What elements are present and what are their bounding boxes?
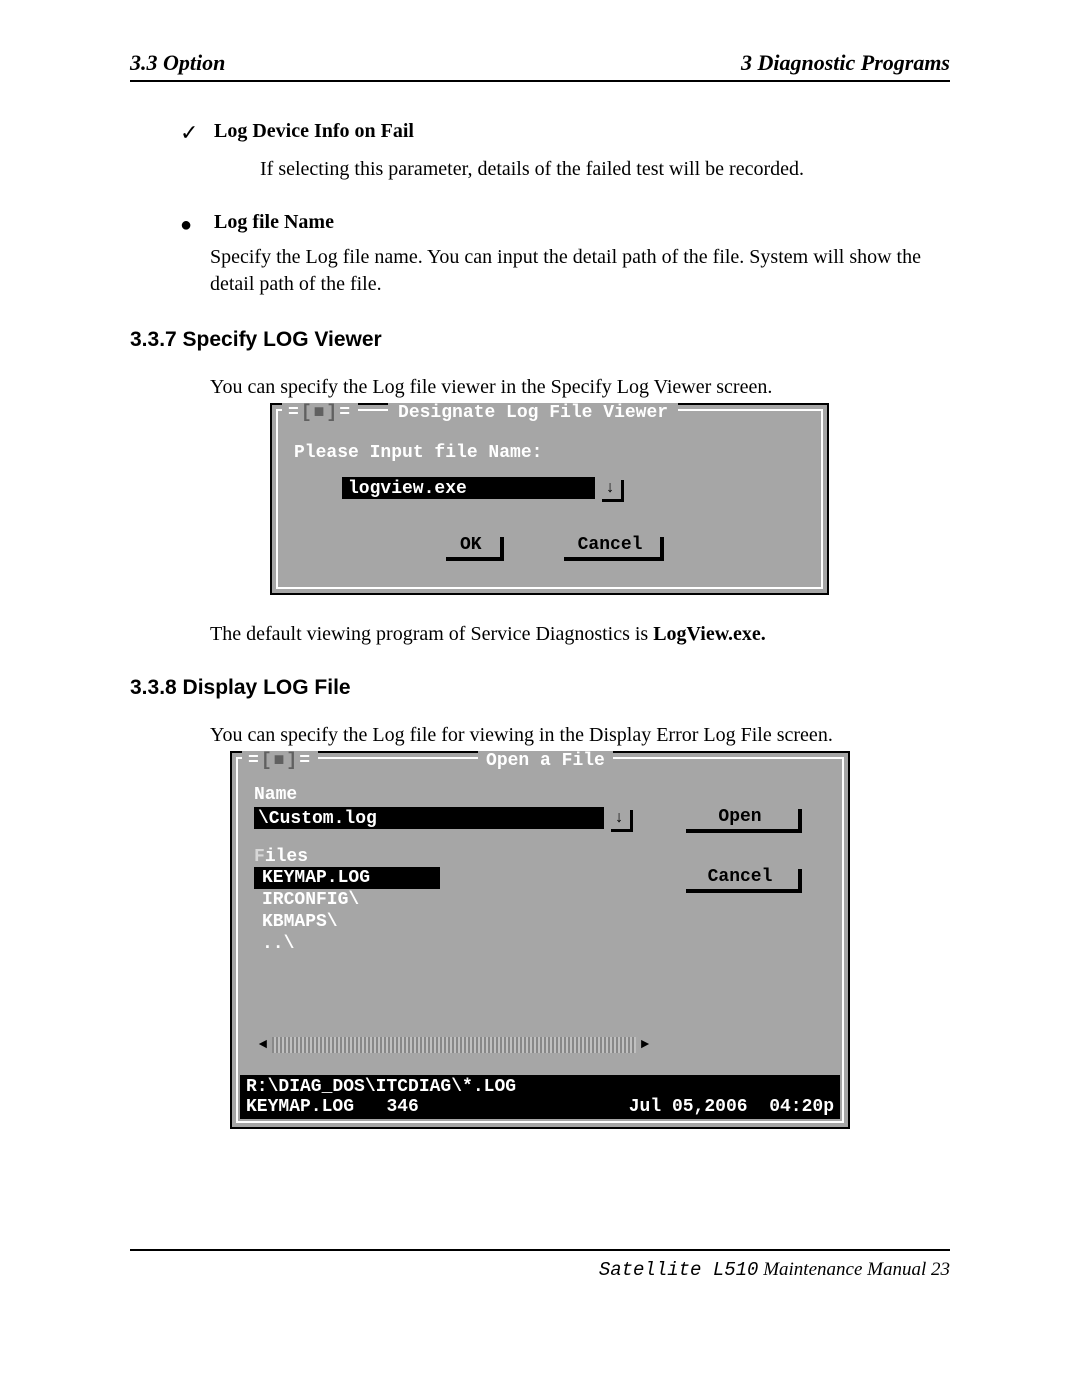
bullet-icon: ● <box>180 215 210 235</box>
dialog-title: Open a File <box>478 751 613 771</box>
log-device-info-body: If selecting this parameter, details of … <box>260 156 950 183</box>
file-name-input[interactable]: logview.exe <box>342 477 595 499</box>
horizontal-scrollbar[interactable]: ◄ ► <box>254 1035 654 1055</box>
cancel-button[interactable]: Cancel <box>682 865 798 889</box>
scroll-track[interactable] <box>272 1037 636 1053</box>
dialog-prompt: Please Input file Name: <box>294 443 542 463</box>
page-footer: Satellite L510 Maintenance Manual 23 <box>130 1249 950 1281</box>
footer-page: 23 <box>926 1259 950 1280</box>
close-icon[interactable]: =[■]= <box>242 751 318 771</box>
open-file-dialog: =[■]= Open a File Name \Custom.log ↓ Ope… <box>230 751 850 1129</box>
designate-log-viewer-dialog: =[■]= Designate Log File Viewer Please I… <box>270 403 829 595</box>
status-file: KEYMAP.LOG <box>246 1097 354 1117</box>
log-file-name-item: ● Log file Name <box>180 211 950 234</box>
log-device-info-item: ✓ Log Device Info on Fail <box>180 120 950 146</box>
open-button[interactable]: Open <box>682 805 798 829</box>
log-file-name-title: Log file Name <box>214 211 334 233</box>
dropdown-arrow-icon[interactable]: ↓ <box>608 807 630 829</box>
file-list-item[interactable]: KBMAPS\ <box>254 911 654 933</box>
dropdown-arrow-icon[interactable]: ↓ <box>599 477 621 499</box>
log-device-info-title: Log Device Info on Fail <box>214 120 414 142</box>
name-input[interactable]: \Custom.log <box>254 807 604 829</box>
file-list[interactable]: KEYMAP.LOG IRCONFIG\ KBMAPS\ ..\ <box>254 867 654 955</box>
dialog-status-bar: R:\DIAG_DOS\ITCDIAG\*.LOG KEYMAP.LOG 346… <box>240 1075 840 1119</box>
scroll-left-icon[interactable]: ◄ <box>254 1036 272 1054</box>
intro-337: You can specify the Log file viewer in t… <box>210 376 950 399</box>
check-icon: ✓ <box>180 120 210 146</box>
file-list-item[interactable]: ..\ <box>254 933 654 955</box>
status-date: Jul 05,2006 <box>629 1097 748 1117</box>
scroll-right-icon[interactable]: ► <box>636 1036 654 1054</box>
header-left: 3.3 Option <box>130 50 225 76</box>
heading-338: 3.3.8 Display LOG File <box>130 676 950 700</box>
cancel-button[interactable]: Cancel <box>560 533 661 557</box>
page-header: 3.3 Option 3 Diagnostic Programs <box>130 50 950 82</box>
name-label: Name <box>254 785 297 805</box>
files-label: Files <box>254 847 308 867</box>
header-right: 3 Diagnostic Programs <box>741 50 950 76</box>
intro-338: You can specify the Log file for viewing… <box>210 724 950 747</box>
status-path: R:\DIAG_DOS\ITCDIAG\*.LOG <box>246 1077 834 1097</box>
dialog-title: Designate Log File Viewer <box>388 403 678 423</box>
ok-button[interactable]: OK <box>442 533 500 557</box>
footer-text: Maintenance Manual <box>758 1259 926 1280</box>
caption-337: The default viewing program of Service D… <box>210 623 950 646</box>
status-time: 04:20p <box>769 1097 834 1117</box>
status-size: 346 <box>386 1097 418 1117</box>
file-list-item[interactable]: KEYMAP.LOG <box>254 867 440 889</box>
close-icon[interactable]: =[■]= <box>282 403 358 423</box>
file-list-item[interactable]: IRCONFIG\ <box>254 889 654 911</box>
footer-model: Satellite L510 <box>599 1259 759 1281</box>
log-file-name-body: Specify the Log file name. You can input… <box>210 244 950 298</box>
heading-337: 3.3.7 Specify LOG Viewer <box>130 328 950 352</box>
